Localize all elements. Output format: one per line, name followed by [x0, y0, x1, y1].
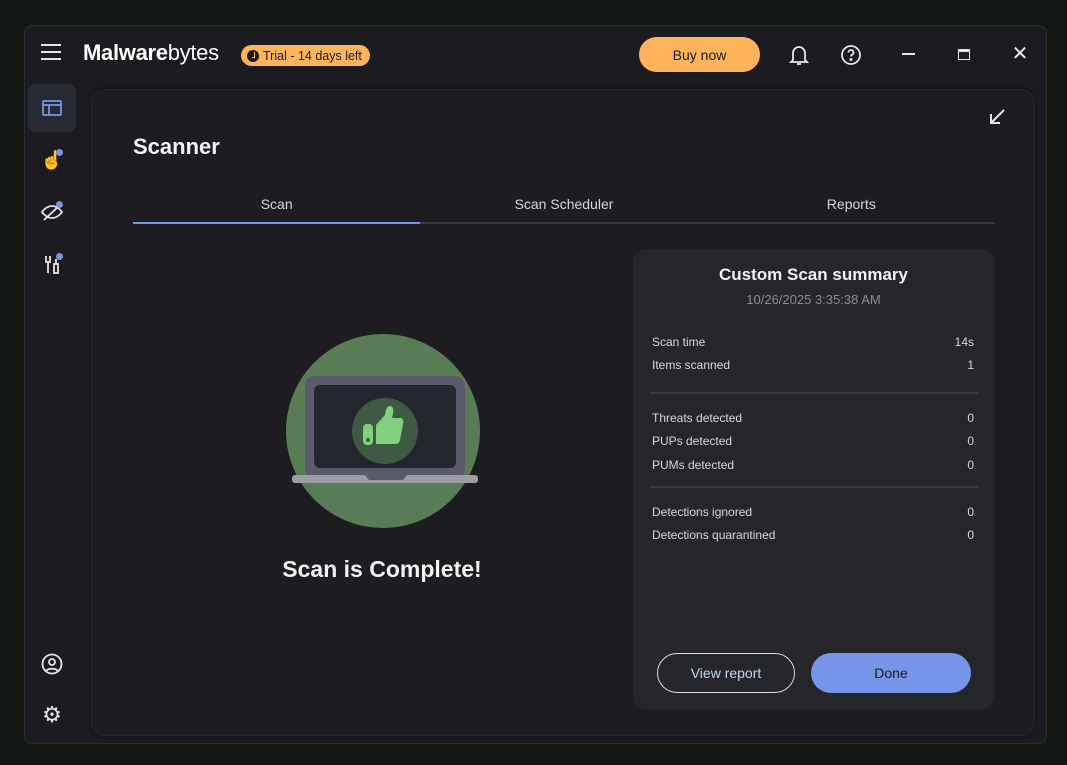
divider — [650, 392, 978, 394]
trial-badge[interactable]: Trial - 14 days left — [241, 45, 370, 66]
summary-row: Scan time 14s — [652, 335, 974, 349]
malwarebytes-logo: Malwarebytes — [83, 40, 219, 65]
scan-summary-card: Custom Scan summary 10/26/2025 3:35:38 A… — [633, 249, 994, 709]
app-window: Malwarebytes Trial - 14 days left Buy no… — [24, 25, 1047, 744]
tab-bar: Scan Scan Scheduler Reports — [133, 190, 995, 224]
scan-status: Scan is Complete! — [282, 556, 482, 582]
notification-dot — [56, 149, 63, 156]
view-report-button[interactable]: View report — [657, 653, 795, 693]
dashboard-icon — [42, 100, 62, 116]
maximize-icon[interactable] — [953, 43, 975, 65]
done-button[interactable]: Done — [811, 653, 971, 693]
tab-reports[interactable]: Reports — [708, 190, 995, 222]
menu-icon[interactable] — [41, 44, 61, 60]
notification-dot — [56, 201, 63, 208]
summary-date: 10/26/2025 3:35:38 AM — [746, 292, 881, 307]
notification-dot — [56, 253, 63, 260]
summary-title: Custom Scan summary — [719, 265, 908, 284]
help-icon[interactable] — [839, 43, 863, 67]
scanner-panel: Scanner Scan Scan Scheduler Reports Scan… — [91, 89, 1035, 736]
summary-row: Detections ignored 0 — [652, 505, 974, 519]
sidebar: ☝ — [28, 84, 76, 292]
summary-row: Items scanned 1 — [652, 358, 974, 372]
summary-row: PUMs detected 0 — [652, 458, 974, 472]
divider — [650, 486, 978, 488]
bell-icon[interactable] — [787, 43, 811, 67]
sidebar-item-tools[interactable] — [28, 240, 76, 288]
tab-scan[interactable]: Scan — [133, 190, 421, 224]
sidebar-item-protection[interactable]: ☝ — [28, 136, 76, 184]
buy-now-button[interactable]: Buy now — [639, 37, 760, 72]
summary-row: Threats detected 0 — [652, 411, 974, 425]
scan-complete-illustration — [286, 334, 480, 528]
account-icon[interactable] — [39, 651, 65, 677]
sidebar-item-privacy[interactable] — [28, 188, 76, 236]
close-icon[interactable]: ✕ — [1009, 42, 1031, 65]
page-title: Scanner — [133, 134, 220, 159]
minimize-icon[interactable] — [897, 43, 919, 65]
tab-scan-scheduler[interactable]: Scan Scheduler — [420, 190, 707, 222]
settings-icon[interactable]: ⚙ — [39, 702, 65, 728]
sidebar-item-dashboard[interactable] — [28, 84, 76, 132]
clock-icon — [247, 49, 259, 62]
collapse-icon[interactable] — [986, 106, 1008, 128]
summary-row: PUPs detected 0 — [652, 434, 974, 448]
summary-row: Detections quarantined 0 — [652, 528, 974, 542]
trial-text: Trial - 14 days left — [263, 48, 362, 63]
